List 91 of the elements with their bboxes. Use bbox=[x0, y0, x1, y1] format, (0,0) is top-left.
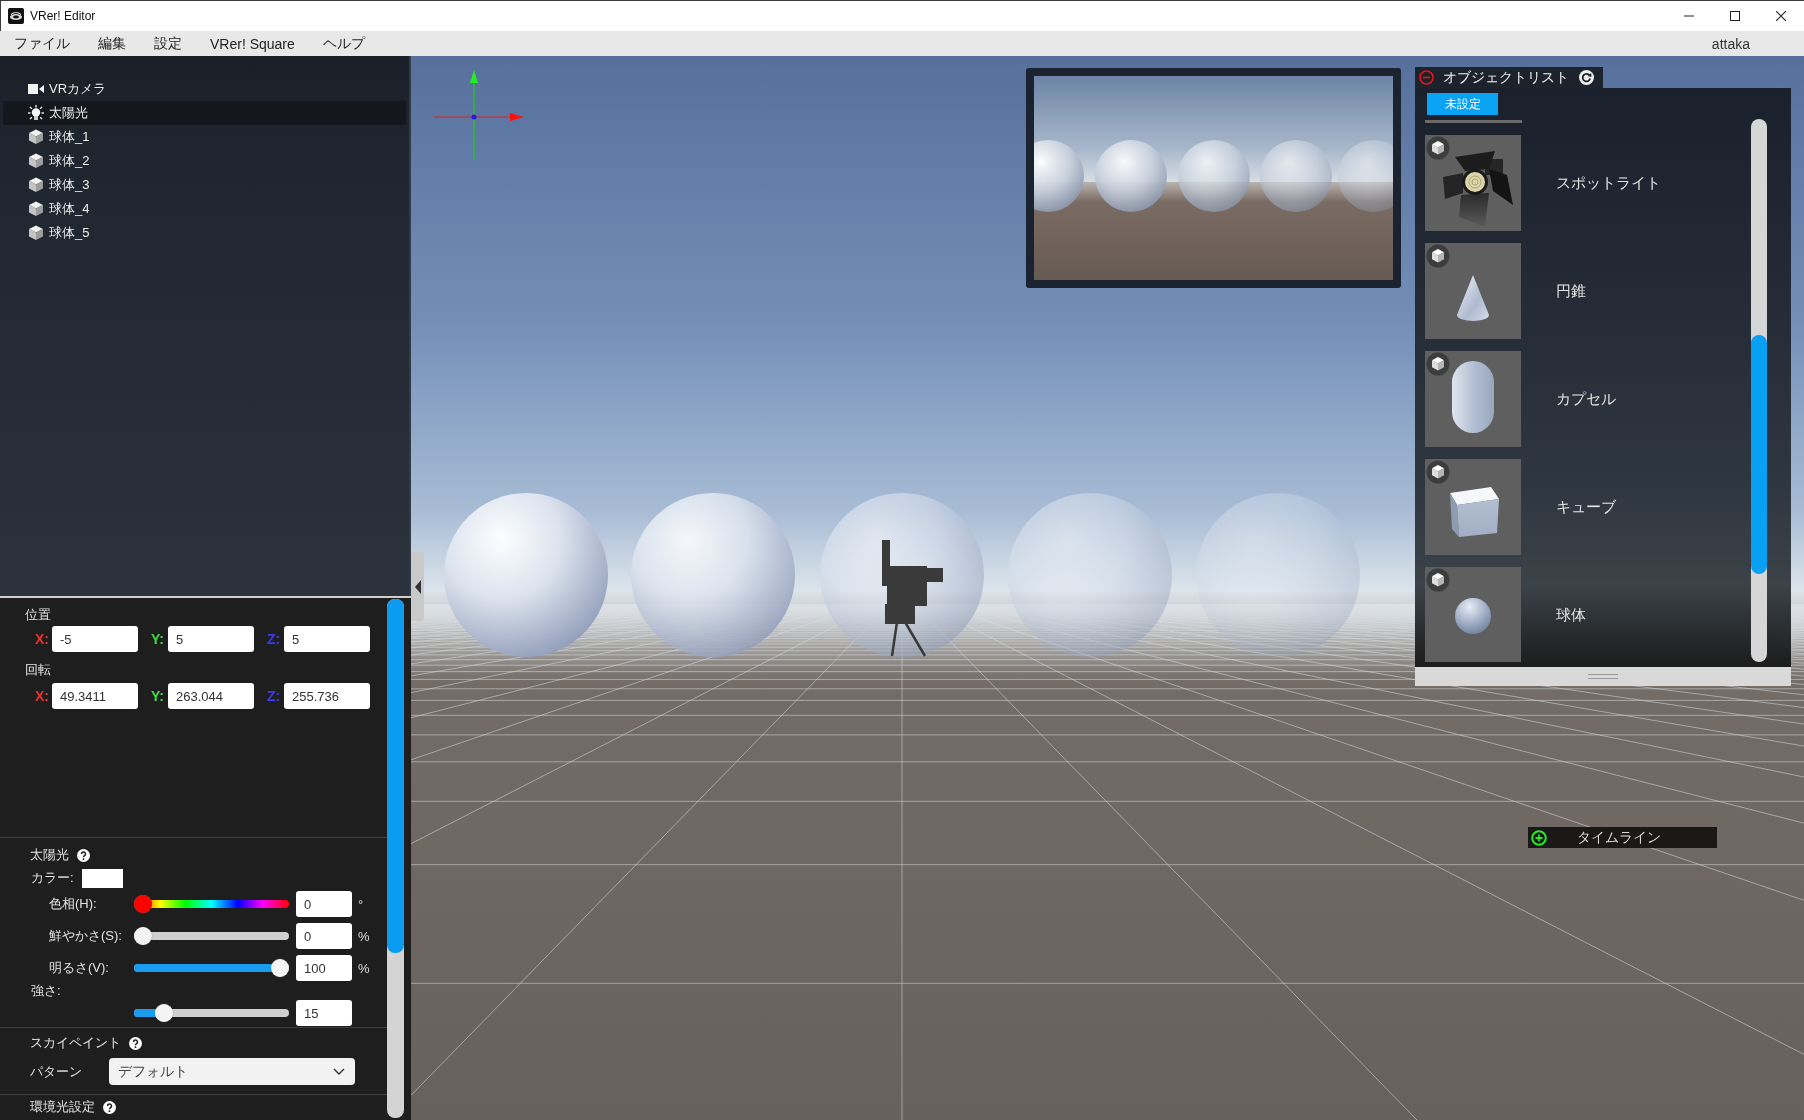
help-icon[interactable] bbox=[129, 1036, 142, 1050]
unit-label: % bbox=[358, 960, 370, 976]
field-group-label: 位置 bbox=[24, 606, 52, 624]
cube-icon bbox=[28, 129, 44, 145]
axis-label: Y: bbox=[151, 631, 165, 647]
number-field[interactable]: 5 bbox=[284, 626, 370, 652]
object-list-item[interactable]: キューブ bbox=[1425, 459, 1751, 555]
menu-item[interactable]: 設定 bbox=[140, 32, 196, 55]
object-list-item[interactable]: カプセル bbox=[1425, 351, 1751, 447]
resize-handle[interactable] bbox=[1415, 667, 1791, 686]
cube-icon bbox=[28, 177, 44, 193]
number-field[interactable]: 15 bbox=[296, 1000, 352, 1026]
menu-item[interactable]: ファイル bbox=[0, 32, 84, 55]
section-title: スカイペイント bbox=[30, 1034, 121, 1052]
close-icon bbox=[1776, 11, 1786, 21]
axis-label: Z: bbox=[267, 631, 282, 647]
color-swatch-icon[interactable] bbox=[82, 868, 123, 888]
number-field[interactable]: 49.3411 bbox=[52, 683, 138, 709]
menu-item[interactable]: ヘルプ bbox=[308, 32, 379, 55]
tree-item[interactable]: 球体_4 bbox=[3, 197, 406, 221]
scrollbar[interactable] bbox=[387, 599, 404, 1118]
field-label: 色相(H): bbox=[49, 895, 98, 913]
tree-item[interactable]: 太陽光 bbox=[3, 101, 406, 125]
scrollbar-thumb[interactable] bbox=[387, 599, 404, 953]
slider-thumb[interactable] bbox=[134, 927, 152, 945]
help-icon[interactable] bbox=[77, 848, 90, 862]
object-list-item[interactable]: スポットライト bbox=[1425, 135, 1751, 231]
slider[interactable] bbox=[134, 959, 289, 977]
axes-icon bbox=[434, 70, 524, 160]
object-list-item[interactable]: 球体 bbox=[1425, 567, 1751, 662]
cube-badge-icon bbox=[1426, 352, 1450, 376]
refresh-icon[interactable] bbox=[1579, 70, 1594, 85]
plus-circle-icon bbox=[1531, 829, 1547, 846]
cube-badge-icon bbox=[1426, 460, 1450, 484]
slider-thumb[interactable] bbox=[154, 1004, 173, 1022]
scrollbar[interactable] bbox=[1751, 119, 1767, 662]
slider-thumb[interactable] bbox=[271, 959, 289, 977]
slider-thumb[interactable] bbox=[134, 895, 152, 913]
cube-badge-icon bbox=[1426, 568, 1450, 592]
unit-label: ° bbox=[358, 896, 364, 912]
object-list-item[interactable]: 円錐 bbox=[1425, 243, 1751, 339]
help-icon[interactable] bbox=[103, 1100, 116, 1114]
field-label: パターン bbox=[30, 1062, 83, 1081]
field-group-label: 回転 bbox=[24, 661, 52, 679]
user-menu[interactable]: attaka bbox=[1697, 32, 1764, 55]
window-title: VRer! Editor bbox=[30, 9, 96, 23]
caret-left-icon bbox=[414, 579, 421, 594]
number-field[interactable]: 0 bbox=[296, 923, 352, 949]
chevron-down-icon bbox=[333, 1068, 345, 1075]
hue-slider[interactable] bbox=[134, 895, 289, 913]
tree-item[interactable]: VRカメラ bbox=[3, 77, 406, 101]
panel-title: オブジェクトリスト bbox=[1443, 68, 1569, 87]
axis-label: X: bbox=[35, 688, 50, 704]
collapse-handle[interactable] bbox=[411, 552, 424, 621]
tree-item[interactable]: 球体_3 bbox=[3, 173, 406, 197]
scrollbar-thumb[interactable] bbox=[1751, 335, 1767, 574]
slider[interactable] bbox=[134, 1004, 289, 1022]
minus-circle-icon[interactable] bbox=[1419, 70, 1434, 85]
tree-item[interactable]: 球体_1 bbox=[3, 125, 406, 149]
axis-label: Y: bbox=[151, 688, 165, 704]
axis-label: Z: bbox=[267, 688, 282, 704]
cube-icon bbox=[28, 153, 44, 169]
cube-icon bbox=[28, 201, 44, 217]
cube-badge-icon bbox=[1426, 136, 1450, 160]
section-title: 環境光設定 bbox=[30, 1099, 95, 1115]
cube-icon bbox=[28, 225, 44, 241]
tree-item[interactable]: 球体_5 bbox=[3, 221, 406, 245]
maximize-icon bbox=[1730, 11, 1740, 21]
menu-item[interactable]: 編集 bbox=[84, 32, 140, 55]
cube-badge-icon bbox=[1426, 244, 1450, 268]
section-title: 太陽光 bbox=[30, 846, 69, 864]
tree-item[interactable]: 球体_2 bbox=[3, 149, 406, 173]
number-field[interactable]: 5 bbox=[168, 626, 254, 652]
field-label: 明るさ(V): bbox=[49, 959, 110, 977]
number-field[interactable]: 100 bbox=[296, 955, 352, 981]
field-label: 強さ: bbox=[30, 982, 62, 1000]
field-label: カラー: bbox=[31, 869, 75, 887]
pattern-dropdown[interactable]: デフォルト bbox=[109, 1058, 355, 1085]
unit-label: % bbox=[358, 928, 370, 944]
number-field[interactable]: 0 bbox=[296, 891, 352, 917]
video-camera-icon bbox=[28, 83, 44, 95]
axis-label: X: bbox=[35, 631, 50, 647]
number-field[interactable]: 263.044 bbox=[168, 683, 254, 709]
light-bulb-icon bbox=[28, 105, 44, 121]
number-field[interactable]: 255.736 bbox=[284, 683, 370, 709]
menu-item[interactable]: VRer! Square bbox=[196, 32, 309, 55]
app-logo-icon bbox=[8, 8, 24, 24]
number-field[interactable]: -5 bbox=[52, 626, 138, 652]
slider[interactable] bbox=[134, 927, 289, 945]
timeline-button[interactable]: タイムライン bbox=[1528, 827, 1717, 848]
field-label: 鮮やかさ(S): bbox=[49, 927, 123, 945]
